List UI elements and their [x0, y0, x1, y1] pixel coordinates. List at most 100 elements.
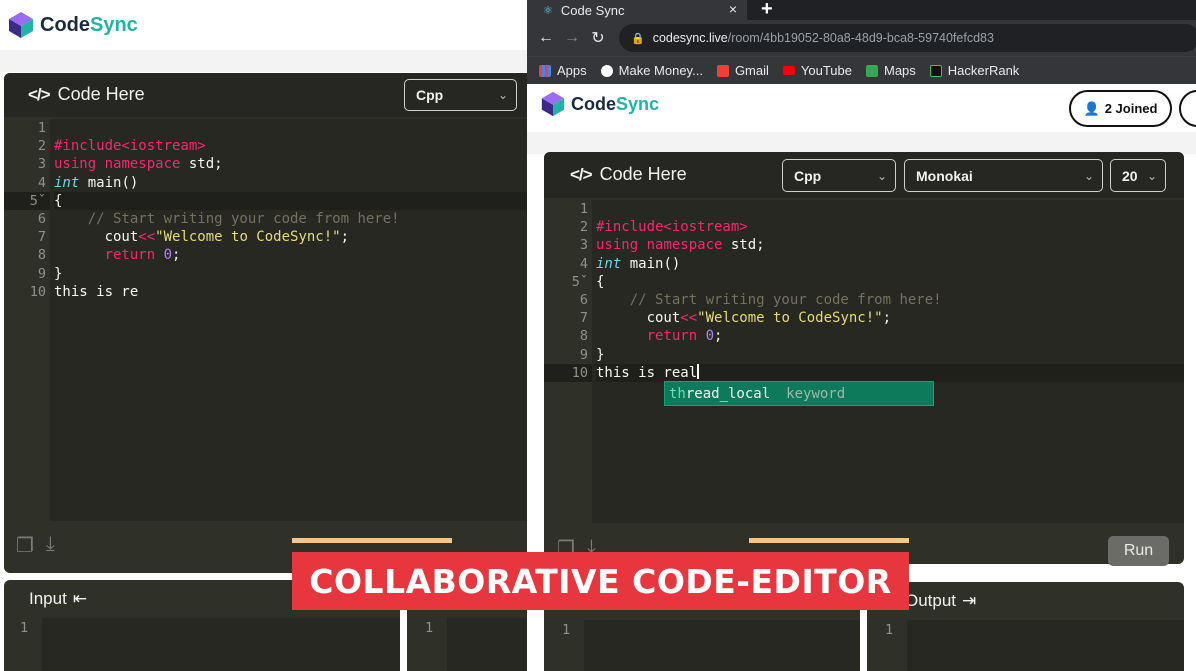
url-field[interactable]: 🔒 codesync.live/room/4bb19052-80a8-48d9-…: [619, 24, 1196, 52]
output-title-text: Output: [905, 591, 957, 610]
line-number: 5ˇ: [4, 191, 50, 210]
line-number: 4: [37, 174, 46, 191]
language-select[interactable]: Cpp ⌄: [404, 79, 517, 111]
line-number: 7: [579, 310, 588, 327]
line-number: 6: [37, 210, 46, 227]
gmail-icon: [716, 64, 729, 77]
code-line: #include<iostream>: [54, 138, 206, 155]
chevron-down-icon: ⌄: [876, 168, 887, 183]
joined-button[interactable]: 👤 2 Joined: [1069, 90, 1172, 127]
input-editor[interactable]: [42, 618, 400, 671]
autocomplete-popup[interactable]: thread_local keyword: [664, 381, 934, 406]
code-line: int main(): [596, 255, 681, 272]
browser-tab[interactable]: ⚛ Code Sync ×: [527, 0, 747, 20]
output-editor[interactable]: [447, 618, 527, 671]
bookmark-maps[interactable]: Maps: [865, 63, 916, 78]
download-icon[interactable]: ⤓: [46, 533, 55, 558]
line-number: 10: [544, 363, 592, 382]
editor-header: </> Code Here Cpp ⌄ Monokai ⌄ 20 ⌄: [544, 152, 1184, 198]
font-size-select-value: 20: [1122, 167, 1138, 184]
line-number: 9: [579, 346, 588, 363]
bookmark-youtube[interactable]: YouTube: [782, 63, 852, 78]
brand-logo[interactable]: CodeSync: [539, 90, 659, 118]
forward-arrow-icon[interactable]: →: [559, 29, 585, 47]
bookmark-make-money[interactable]: Make Money...: [600, 63, 703, 78]
codesync-logo-icon: [9, 12, 33, 38]
autocomplete-suggestion[interactable]: thread_local: [669, 386, 770, 402]
input-gutter: 1: [4, 618, 42, 671]
back-arrow-icon[interactable]: ←: [533, 29, 559, 47]
code-line: }: [596, 346, 605, 363]
language-select[interactable]: Cpp ⌄: [782, 159, 896, 192]
output-editor[interactable]: [907, 620, 1184, 671]
profile-button[interactable]: [1179, 90, 1196, 127]
code-line: // Start writing your code from here!: [87, 210, 400, 227]
line-number: 2: [37, 138, 46, 155]
react-favicon-icon: ⚛: [543, 4, 553, 17]
close-tab-icon[interactable]: ×: [729, 1, 737, 17]
line-number: 3: [579, 237, 588, 254]
chevron-down-icon: ⌄: [1083, 168, 1094, 183]
line-number: 6: [579, 291, 588, 308]
nav-strip: [527, 132, 1196, 154]
url-path: /room/4bb19052-80a8-48d9-bca8-59740fefcd…: [727, 31, 994, 45]
chevron-down-icon: ⌄: [497, 88, 508, 102]
input-editor[interactable]: [584, 620, 860, 671]
editor-tools: ❐ ⤓: [16, 533, 55, 558]
editor-title-text: Code Here: [599, 164, 687, 184]
run-button[interactable]: Run: [1108, 536, 1169, 566]
code-line: int main(): [54, 174, 139, 191]
reload-icon[interactable]: ↻: [585, 28, 611, 48]
code-tag-icon: </>: [570, 164, 593, 184]
caption-text: COLLABORATIVE CODE-EDITOR: [309, 561, 892, 601]
brand-name: CodeSync: [40, 13, 138, 36]
line-number: 1: [37, 120, 46, 136]
code-line: }: [54, 265, 63, 282]
brand-logo[interactable]: CodeSync: [6, 10, 138, 40]
language-select-value: Cpp: [416, 87, 444, 103]
brand-name: CodeSync: [571, 93, 660, 114]
language-select-value: Cpp: [794, 167, 822, 184]
line-number: 1: [579, 201, 588, 217]
line-number: 8: [579, 328, 588, 345]
url-host: codesync.live: [652, 31, 728, 45]
browser-tab-bar: ⚛ Code Sync × +: [527, 0, 1196, 20]
font-size-select[interactable]: 20 ⌄: [1110, 159, 1166, 192]
bookmark-hackerrank[interactable]: HackerRank: [929, 63, 1019, 78]
line-gutter: 1 2 3 4 5ˇ 6 7 8 9 10: [544, 200, 592, 523]
input-title-text: Input: [29, 589, 67, 608]
bookmark-apps[interactable]: Apps: [539, 63, 587, 78]
output-panel: Output ⇥ 1: [867, 582, 1184, 671]
input-title: Input ⇤: [29, 589, 87, 609]
apps-grid-icon: [539, 64, 551, 77]
code-line: {: [596, 273, 605, 290]
code-editor[interactable]: #include<iostream> using namespace std; …: [50, 119, 527, 521]
autocomplete-kind: keyword: [786, 385, 846, 402]
code-line: return 0;: [104, 247, 181, 264]
youtube-icon: [782, 66, 795, 75]
address-bar: ← → ↻ 🔒 codesync.live/room/4bb19052-80a8…: [527, 20, 1196, 56]
codesync-logo-icon: [541, 91, 565, 117]
line-number: 2: [579, 219, 588, 236]
code-line: cout<<"Welcome to CodeSync!";: [104, 229, 350, 246]
editor-title: </> Code Here: [28, 84, 145, 105]
hackerrank-icon: [929, 64, 942, 77]
code-line: return 0;: [646, 328, 723, 345]
chevron-down-icon: ⌄: [1146, 168, 1157, 183]
line-number: 7: [37, 229, 46, 246]
copy-icon[interactable]: ❐: [16, 533, 34, 558]
bookmarks-bar: Apps Make Money... Gmail YouTube Maps Ha…: [527, 56, 1196, 84]
code-editor[interactable]: #include<iostream> using namespace std; …: [592, 200, 1184, 523]
caption-banner: COLLABORATIVE CODE-EDITOR: [292, 552, 909, 610]
input-icon: ⇤: [72, 589, 88, 608]
editor-header: </> Code Here Cpp ⌄: [4, 73, 527, 117]
line-number: 9: [37, 265, 46, 282]
new-tab-icon[interactable]: +: [761, 0, 773, 21]
line-number: 10: [29, 283, 46, 300]
bookmark-gmail[interactable]: Gmail: [716, 63, 769, 78]
theme-select[interactable]: Monokai ⌄: [904, 159, 1103, 192]
code-line: this is re: [54, 283, 139, 300]
output-title: Output ⇥: [905, 591, 976, 611]
input-gutter: 1: [544, 620, 584, 671]
